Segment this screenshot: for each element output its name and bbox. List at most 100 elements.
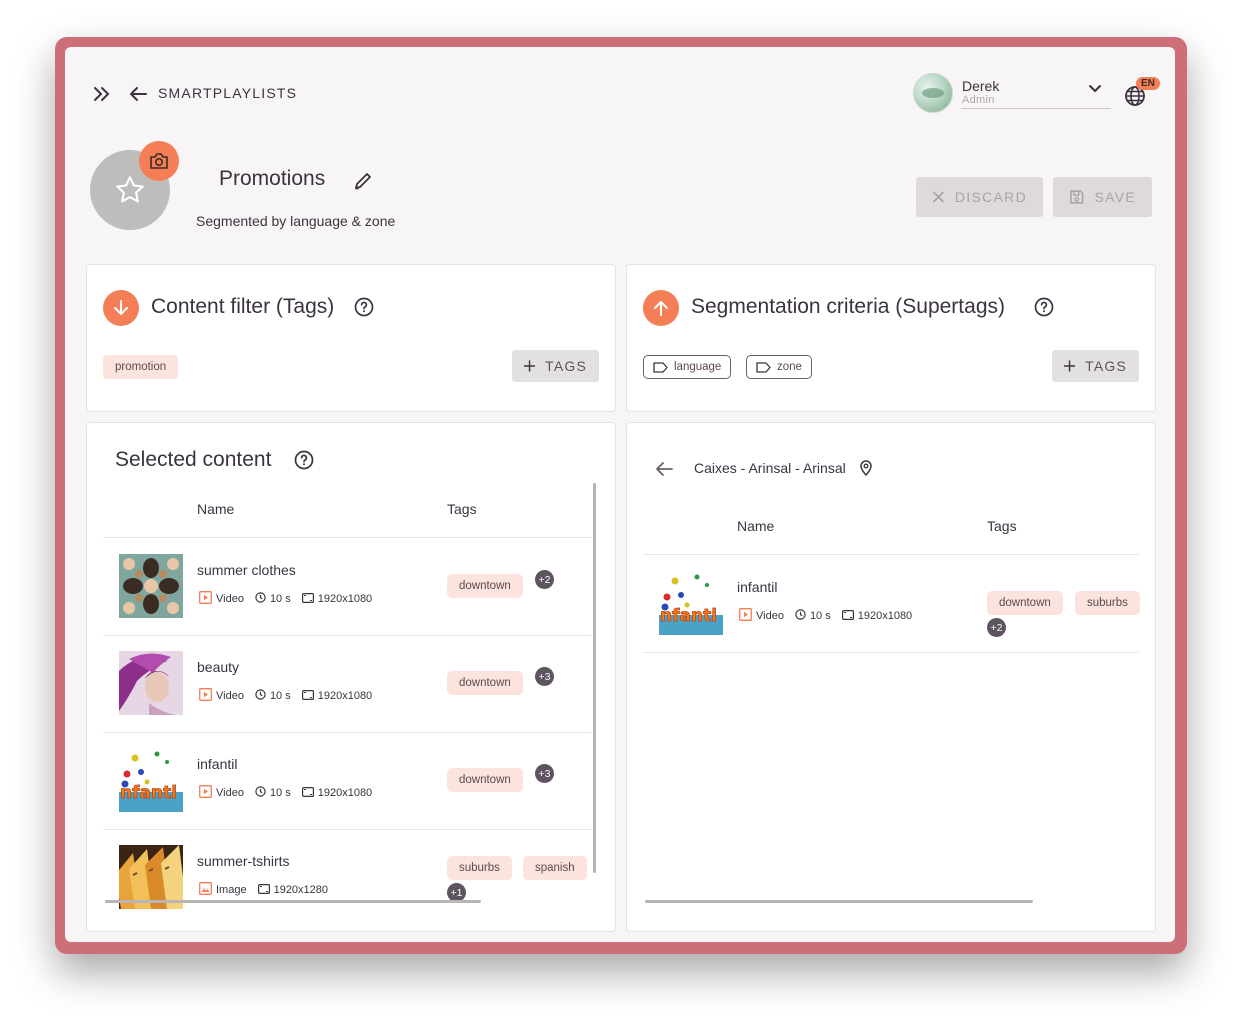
resolution-icon [301, 786, 314, 800]
clock-icon [255, 689, 266, 703]
content-type: Video [216, 593, 244, 605]
content-meta: Video 10 s 1920x1080 [199, 688, 383, 704]
svg-text:nfanti: nfanti [120, 783, 177, 803]
video-icon [739, 608, 752, 624]
content-meta: Video 10 s 1920x1080 [199, 591, 383, 607]
more-tags-badge[interactable]: +3 [535, 667, 554, 686]
selected-content-card: Selected content Name Tags summer clothe… [86, 422, 616, 932]
back-arrow-icon[interactable] [127, 83, 149, 105]
add-supertags-button[interactable]: TAGS [1052, 350, 1139, 382]
video-icon [199, 688, 212, 704]
location-pin-icon [859, 459, 873, 477]
horizontal-scrollbar[interactable] [645, 900, 1033, 903]
content-name: summer-tshirts [197, 853, 290, 869]
segment-preview-card: Caixes - Arinsal - Arinsal Name Tags nfa… [626, 422, 1156, 932]
content-resolution: 1920x1080 [857, 610, 913, 622]
table-divider [103, 537, 591, 538]
resolution-icon [301, 689, 314, 703]
content-name: infantil [737, 579, 778, 595]
content-name: infantil [197, 756, 238, 772]
clock-icon [255, 786, 266, 800]
row-divider [643, 652, 1139, 653]
content-meta: Video 10 s 1920x1080 [739, 608, 923, 624]
segmentation-title: Segmentation criteria (Supertags) [691, 295, 1005, 318]
content-duration: 10 s [269, 787, 291, 799]
supertag-label: zone [777, 361, 802, 373]
resolution-icon [257, 883, 270, 897]
breadcrumb[interactable]: SMARTPLAYLISTS [158, 85, 297, 101]
image-icon [199, 882, 212, 898]
tag-chip[interactable]: downtown [987, 591, 1063, 615]
page-title: Promotions [219, 167, 326, 190]
content-type: Image [216, 884, 247, 896]
star-icon [116, 176, 144, 203]
window-frame: SMARTPLAYLISTS Derek Admin EN Promotions… [55, 37, 1187, 954]
column-header-name[interactable]: Name [737, 518, 774, 534]
row-divider [103, 829, 591, 830]
add-tags-label: TAGS [545, 358, 587, 374]
content-filter-title: Content filter (Tags) [151, 295, 335, 318]
table-divider [643, 554, 1139, 555]
expand-menu-icon[interactable] [90, 83, 114, 105]
help-icon[interactable] [354, 297, 374, 322]
content-meta: Video 10 s 1920x1080 [199, 785, 383, 801]
supertag-chip-language[interactable]: language [643, 355, 732, 379]
content-type: Video [216, 690, 244, 702]
vertical-scrollbar[interactable] [593, 483, 596, 873]
app-window: SMARTPLAYLISTS Derek Admin EN Promotions… [65, 47, 1175, 942]
content-thumbnail: nfanti [659, 571, 723, 635]
plus-icon [1064, 360, 1076, 372]
label-icon [653, 361, 668, 373]
tag-chip-promotion[interactable]: promotion [103, 355, 179, 379]
tag-chip[interactable]: downtown [447, 574, 523, 598]
tag-chip[interactable]: spanish [523, 856, 587, 880]
tag-chip[interactable]: suburbs [1075, 591, 1140, 615]
column-header-name[interactable]: Name [197, 501, 234, 517]
user-name: Derek [962, 78, 1000, 94]
tag-chip[interactable]: downtown [447, 671, 523, 695]
content-name: beauty [197, 659, 240, 675]
column-header-tags[interactable]: Tags [987, 518, 1017, 534]
back-arrow-icon[interactable] [653, 459, 675, 479]
svg-text:nfanti: nfanti [660, 606, 717, 626]
close-icon [933, 191, 944, 203]
video-icon [199, 591, 212, 607]
tag-chip[interactable]: downtown [447, 768, 523, 792]
resolution-icon [841, 609, 854, 623]
edit-icon[interactable] [352, 170, 374, 197]
segmentation-card: Segmentation criteria (Supertags) langua… [626, 264, 1156, 412]
row-divider [103, 635, 591, 636]
change-image-button[interactable] [139, 141, 179, 181]
add-tags-button[interactable]: TAGS [512, 350, 599, 382]
arrow-down-icon [103, 290, 139, 326]
avatar [913, 73, 953, 113]
more-tags-badge[interactable]: +2 [987, 618, 1006, 637]
horizontal-scrollbar[interactable] [105, 900, 481, 903]
content-thumbnail: nfanti [119, 748, 183, 812]
resolution-icon [301, 592, 314, 606]
camera-icon [150, 153, 168, 169]
row-divider [103, 732, 591, 733]
help-icon[interactable] [294, 450, 314, 475]
more-tags-badge[interactable]: +3 [535, 764, 554, 783]
save-label: SAVE [1094, 189, 1136, 205]
supertag-chip-zone[interactable]: zone [746, 355, 812, 379]
help-icon[interactable] [1034, 297, 1054, 322]
user-underline [961, 108, 1111, 109]
clock-icon [255, 592, 266, 606]
content-thumbnail [119, 554, 183, 618]
discard-button[interactable]: DISCARD [916, 177, 1043, 217]
supertag-label: language [674, 361, 722, 373]
add-supertags-label: TAGS [1085, 358, 1127, 374]
tag-chip[interactable]: suburbs [447, 856, 512, 880]
content-filter-card: Content filter (Tags) promotion TAGS [86, 264, 616, 412]
save-button[interactable]: SAVE [1053, 177, 1152, 217]
content-thumbnail [119, 651, 183, 715]
column-header-tags[interactable]: Tags [447, 501, 477, 517]
user-menu[interactable]: Derek Admin [913, 73, 1113, 113]
language-selector[interactable]: EN [1123, 77, 1160, 111]
content-duration: 10 s [269, 593, 291, 605]
chevron-down-icon[interactable] [1088, 81, 1102, 99]
content-resolution: 1920x1280 [273, 884, 329, 896]
more-tags-badge[interactable]: +2 [535, 570, 554, 589]
